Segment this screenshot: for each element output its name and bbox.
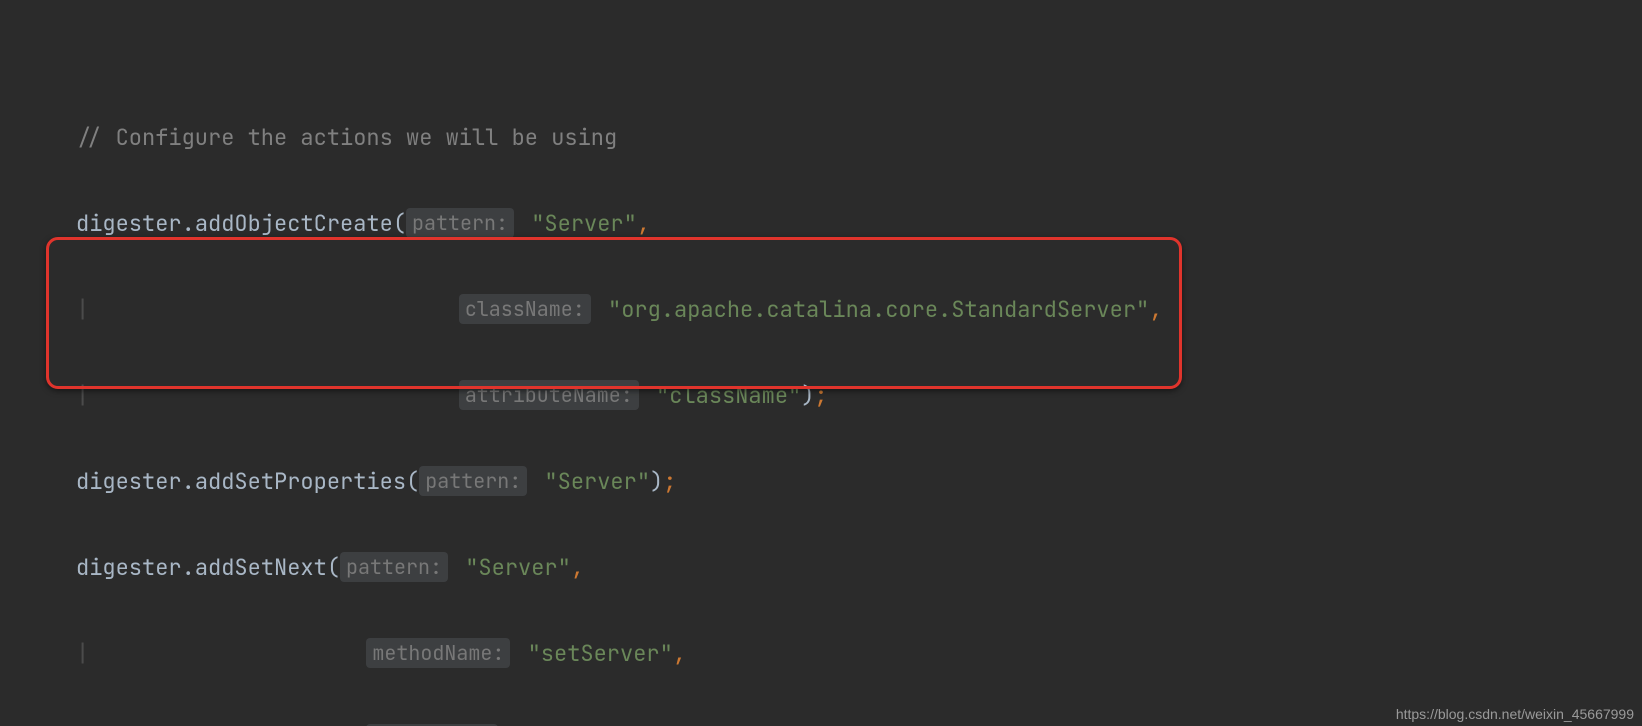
- param-hint-pattern: pattern:: [419, 466, 527, 496]
- code-line: | methodName: "setServer",: [76, 632, 1642, 675]
- param-hint-methodName: methodName:: [366, 638, 510, 668]
- code-line: | attributeName: "className");: [76, 374, 1642, 417]
- code-line: | className: "org.apache.catalina.core.S…: [76, 288, 1642, 331]
- param-hint-pattern: pattern:: [340, 552, 448, 582]
- code-line: // Configure the actions we will be usin…: [76, 116, 1642, 159]
- code-line: digester.addObjectCreate(pattern: "Serve…: [76, 202, 1642, 245]
- param-hint-attributeName: attributeName:: [459, 380, 639, 410]
- comment: // Configure the actions we will be usin…: [76, 123, 617, 152]
- code-line: digester.addSetProperties(pattern: "Serv…: [76, 460, 1642, 503]
- code-editor[interactable]: // Configure the actions we will be usin…: [0, 0, 1642, 726]
- watermark: https://blog.csdn.net/weixin_45667999: [1396, 706, 1634, 722]
- code-line: digester.addSetNext(pattern: "Server",: [76, 546, 1642, 589]
- param-hint-pattern: pattern:: [406, 208, 514, 238]
- param-hint-className: className:: [459, 294, 591, 324]
